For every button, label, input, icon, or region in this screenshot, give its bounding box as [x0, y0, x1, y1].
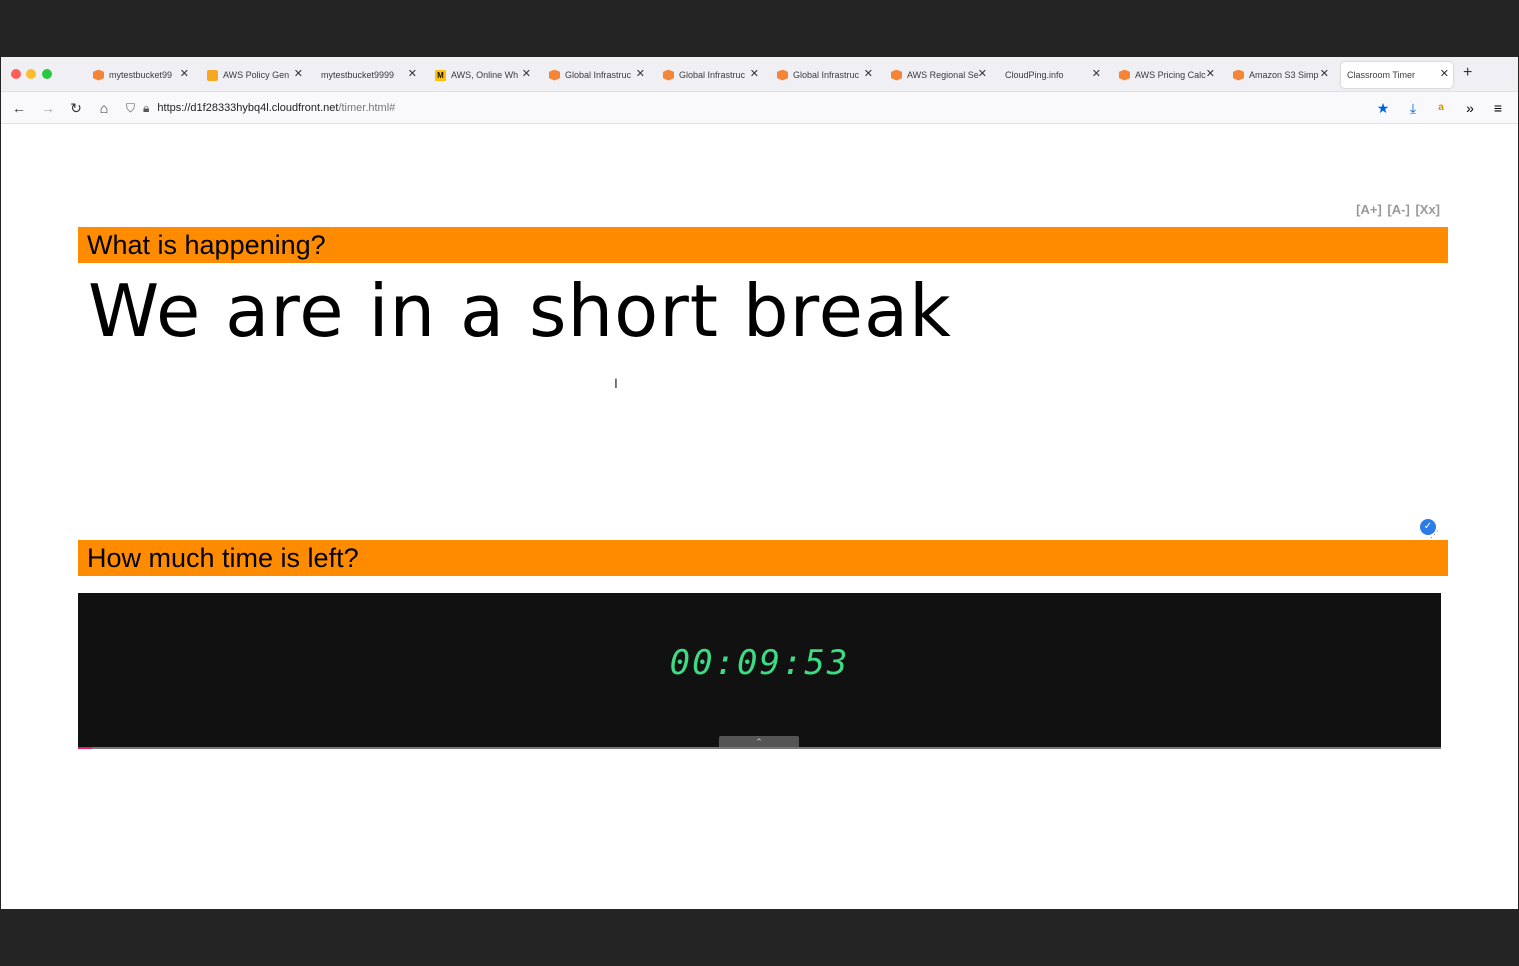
- miro-icon: M: [435, 69, 446, 81]
- tab-amazon-s3[interactable]: Amazon S3 Simp ✕: [1227, 62, 1333, 88]
- page-content: [A+] [A-] [Xx] What is happening? We are…: [1, 125, 1518, 909]
- close-icon[interactable]: ✕: [294, 69, 303, 80]
- tab-mytestbucket-2[interactable]: mytestbucket9999 ✕: [315, 62, 421, 88]
- url-host: https://d1f28333hybq4l.cloudfront.net: [157, 102, 339, 114]
- amazon-extension-icon[interactable]: a: [1431, 98, 1451, 118]
- forward-arrow-icon[interactable]: →: [38, 98, 58, 118]
- timer-progress-track: [78, 747, 1441, 749]
- font-size-controls: [A+] [A-] [Xx]: [1354, 202, 1440, 217]
- tab-global-infrastructure-1[interactable]: Global Infrastruc ✕: [543, 62, 649, 88]
- back-arrow-icon[interactable]: ←: [9, 98, 29, 118]
- tab-cloudping[interactable]: CloudPing.info ✕: [999, 62, 1105, 88]
- close-icon[interactable]: ✕: [1092, 69, 1101, 80]
- countdown-time: 00:09:53: [669, 643, 850, 683]
- tab-mytestbucket-1[interactable]: mytestbucket99 ✕: [87, 62, 193, 88]
- tab-bar: mytestbucket99 ✕ AWS Policy Gen ✕ mytest…: [1, 57, 1518, 92]
- aws-policy-icon: [207, 69, 218, 81]
- decrease-font-button[interactable]: [A-]: [1387, 202, 1409, 217]
- overflow-chevron-icon[interactable]: »: [1460, 98, 1480, 118]
- aws-cube-icon: [1119, 69, 1130, 81]
- tab-classroom-timer[interactable]: Classroom Timer ✕: [1341, 62, 1453, 88]
- close-window-button[interactable]: [11, 69, 21, 79]
- close-icon[interactable]: ✕: [1206, 69, 1215, 80]
- tab-aws-pricing-calculator[interactable]: AWS Pricing Calc ✕: [1113, 62, 1219, 88]
- aws-cube-icon: [549, 69, 560, 81]
- aws-cube-icon: [1233, 69, 1244, 81]
- address-bar[interactable]: ⛉ 🔒︎ https://d1f28333hybq4l.cloudfront.n…: [126, 96, 1406, 120]
- new-tab-button[interactable]: +: [1463, 64, 1472, 82]
- browser-window: mytestbucket99 ✕ AWS Policy Gen ✕ mytest…: [1, 57, 1518, 909]
- tab-aws-regional-services[interactable]: AWS Regional Se ✕: [885, 62, 991, 88]
- close-icon[interactable]: ✕: [180, 69, 189, 80]
- close-icon[interactable]: ✕: [1320, 69, 1329, 80]
- aws-cube-icon: [93, 69, 104, 81]
- tab-global-infrastructure-3[interactable]: Global Infrastruc ✕: [771, 62, 877, 88]
- timer-display: 00:09:53 ⌃: [78, 593, 1441, 748]
- timer-progress-marker: [78, 747, 92, 749]
- url-path: /timer.html#: [338, 102, 396, 114]
- close-icon[interactable]: ✕: [522, 69, 531, 80]
- reset-font-button[interactable]: [Xx]: [1415, 202, 1440, 217]
- tab-aws-online-whiteboard[interactable]: M AWS, Online Wh ✕: [429, 62, 535, 88]
- shield-icon[interactable]: ⛉: [126, 101, 135, 116]
- increase-font-button[interactable]: [A+]: [1356, 202, 1382, 217]
- aws-cube-icon: [663, 69, 674, 81]
- home-icon[interactable]: ⌂: [94, 98, 114, 118]
- close-icon[interactable]: ✕: [864, 69, 873, 80]
- how-heading: How much time is left?: [78, 540, 1448, 576]
- text-cursor-icon: I: [614, 375, 618, 391]
- close-icon[interactable]: ✕: [408, 69, 417, 80]
- navigation-bar: ← → ↻ ⌂ ⛉ 🔒︎ https://d1f28333hybq4l.clou…: [1, 92, 1518, 124]
- download-icon[interactable]: ⤓: [1403, 98, 1423, 118]
- aws-cube-icon: [777, 69, 788, 81]
- reload-icon[interactable]: ↻: [66, 98, 86, 118]
- close-icon[interactable]: ✕: [1440, 69, 1449, 80]
- tab-aws-policy-generator[interactable]: AWS Policy Gen ✕: [201, 62, 307, 88]
- menu-icon[interactable]: ≡: [1488, 98, 1508, 118]
- maximize-window-button[interactable]: [42, 69, 52, 79]
- minimize-window-button[interactable]: [26, 69, 36, 79]
- bookmark-star-icon[interactable]: ★: [1373, 98, 1393, 118]
- what-heading: What is happening?: [78, 227, 1448, 263]
- aws-cube-icon: [891, 69, 902, 81]
- tab-global-infrastructure-2[interactable]: Global Infrastruc ✕: [657, 62, 763, 88]
- resize-grip-icon[interactable]: ⋰: [1430, 529, 1439, 540]
- lock-icon[interactable]: 🔒︎: [143, 101, 149, 116]
- close-icon[interactable]: ✕: [750, 69, 759, 80]
- status-message[interactable]: We are in a short break: [88, 269, 952, 353]
- close-icon[interactable]: ✕: [636, 69, 645, 80]
- close-icon[interactable]: ✕: [978, 69, 987, 80]
